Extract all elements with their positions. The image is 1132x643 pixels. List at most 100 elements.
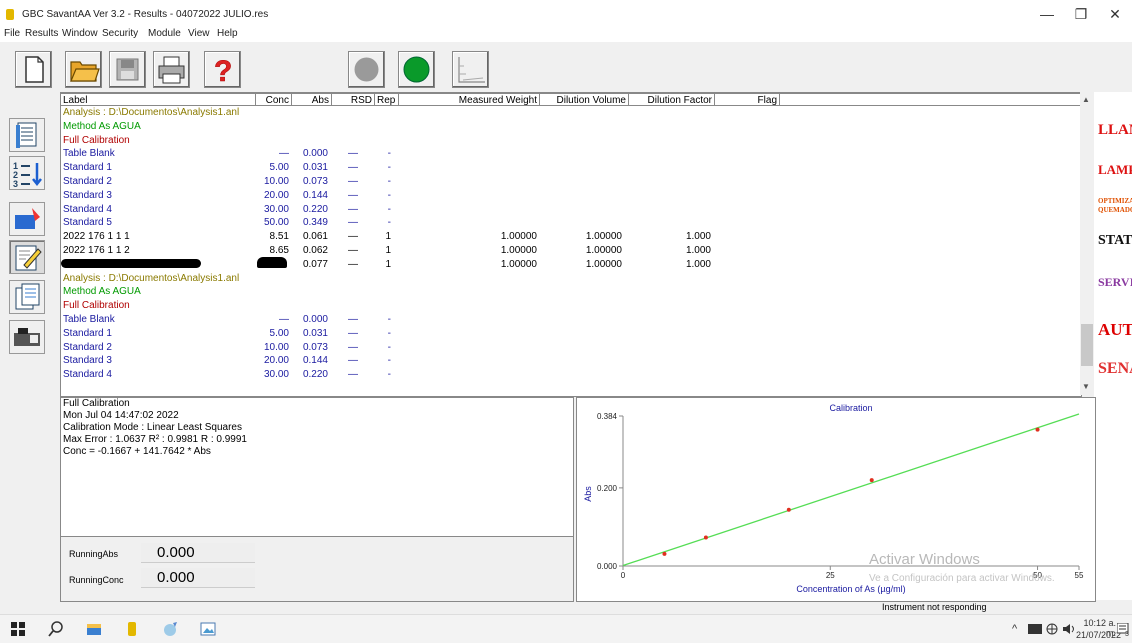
y-tick-label: 0.384 — [597, 412, 618, 421]
cell-rsd: — — [348, 341, 358, 353]
report-button[interactable] — [9, 280, 45, 314]
table-row[interactable]: Standard 4 30.00 0.220 — - — [61, 204, 1063, 215]
col-dilution-volume[interactable]: Dilution Volume — [540, 93, 629, 106]
table-row[interactable]: Standard 3 20.00 0.144 — - — [61, 355, 1063, 366]
table-row[interactable]: Standard 3 20.00 0.144 — - — [61, 190, 1063, 201]
minimize-button[interactable]: — — [1032, 2, 1062, 26]
stop-button[interactable] — [348, 51, 385, 88]
file-explorer-icon[interactable] — [86, 621, 102, 637]
toolbar: ? — [0, 46, 1132, 92]
table-row[interactable]: Method As AGUA — [61, 286, 1063, 297]
results-grid[interactable]: Label Conc Abs RSD Rep Measured Weight D… — [60, 92, 1082, 397]
instrument-button[interactable] — [9, 320, 45, 354]
cell-df: 1.000 — [685, 231, 711, 243]
results-list-button[interactable] — [9, 118, 45, 152]
info-line-error: Max Error : 1.0637 R² : 0.9981 R : 0.999… — [63, 434, 247, 445]
x-axis-label: Concentration of As (µg/ml) — [796, 584, 905, 594]
table-row[interactable]: Full Calibration — [61, 135, 1063, 146]
macro-auto[interactable]: AUTO — [1098, 320, 1132, 340]
menu-view[interactable]: View — [188, 28, 210, 39]
table-row[interactable]: 2022 176 1 1 1 8.51 0.061 — 1 1.00000 1.00000 1… — [61, 231, 1063, 242]
table-row[interactable]: Table Blank — 0.000 — - — [61, 314, 1063, 325]
table-row[interactable]: 2022 176 1 1 2 8.65 0.062 — 1 1.00000 1.00000 1… — [61, 245, 1063, 256]
cell-dv: 1.00000 — [585, 245, 622, 256]
grid-scrollbar[interactable]: ▲ ▼ — [1080, 92, 1095, 395]
menu-window[interactable]: Window — [62, 28, 98, 39]
paint-icon[interactable] — [162, 621, 178, 637]
table-row[interactable]: Standard 1 5.00 0.031 — - — [61, 162, 1063, 173]
x-tick-label: 25 — [826, 571, 835, 580]
new-file-button[interactable] — [15, 51, 52, 88]
col-measured-weight[interactable]: Measured Weight — [399, 93, 540, 106]
col-rep[interactable]: Rep — [375, 93, 399, 106]
scroll-up-icon[interactable]: ▲ — [1082, 95, 1090, 104]
menu-security[interactable]: Security — [102, 28, 138, 39]
table-row[interactable]: Method As AGUA — [61, 121, 1063, 132]
sample-button[interactable] — [9, 202, 45, 236]
scroll-thumb[interactable] — [1081, 324, 1093, 366]
cell-dv: 1.00000 — [585, 258, 622, 270]
col-flag[interactable]: Flag — [715, 93, 780, 106]
table-row[interactable]: Full Calibration — [61, 300, 1063, 311]
table-row[interactable]: Standard 2 10.00 0.073 — - — [61, 176, 1063, 187]
cell-conc: 5.00 — [269, 162, 289, 174]
volume-icon[interactable] — [1062, 623, 1076, 635]
table-row[interactable]: Standard 5 50.00 0.349 — - — [61, 217, 1063, 228]
cell-rep: - — [387, 189, 391, 201]
macro-servicio[interactable]: SERVICIO — [1098, 275, 1132, 290]
table-row[interactable]: Standard 4 30.00 0.220 — - — [61, 369, 1063, 380]
network-icon[interactable] — [1028, 624, 1042, 634]
clock-date[interactable]: 21/07/2022 — [1076, 630, 1121, 640]
calibration-graph-button[interactable] — [452, 51, 489, 88]
scroll-down-icon[interactable]: ▼ — [1082, 382, 1090, 391]
globe-icon[interactable] — [1046, 623, 1058, 635]
col-label[interactable]: Label — [61, 93, 256, 106]
row-label: Standard 4 — [63, 203, 112, 215]
edit-results-button[interactable] — [9, 240, 45, 274]
table-row[interactable]: Table Blank — 0.000 — - — [61, 148, 1063, 159]
menu-module[interactable]: Module — [148, 28, 181, 39]
menu-file[interactable]: File — [4, 28, 20, 39]
macro-senal[interactable]: SENAL — [1098, 360, 1132, 378]
col-dilution-factor[interactable]: Dilution Factor — [629, 93, 715, 106]
restore-button[interactable]: ❐ — [1066, 2, 1096, 26]
calibration-info-pane: Full Calibration Mon Jul 04 14:47:02 202… — [60, 397, 574, 537]
help-button[interactable]: ? — [204, 51, 241, 88]
table-row[interactable]: Analysis : D:\Documentos\Analysis1.anl — [61, 273, 1063, 284]
menu-results[interactable]: Results — [25, 28, 58, 39]
running-values-pane: RunningAbs 0.000 RunningConc 0.000 — [60, 536, 574, 602]
start-button[interactable] — [398, 51, 435, 88]
macro-status[interactable]: STATUS — [1098, 233, 1132, 249]
macro-llama[interactable]: LLAMA — [1098, 122, 1132, 139]
open-button[interactable] — [65, 51, 102, 88]
cell-mw: 1.00000 — [500, 258, 537, 270]
save-button[interactable] — [109, 51, 146, 88]
col-conc[interactable]: Conc — [256, 93, 292, 106]
table-row[interactable]: Analysis : D:\Documentos\Analysis1.anl — [61, 107, 1063, 118]
windows-start-icon[interactable] — [10, 621, 26, 637]
menu-bar: File Results Window Security Module View… — [0, 28, 1132, 42]
running-conc-label: RunningConc — [69, 575, 124, 585]
col-rsd[interactable]: RSD — [332, 93, 375, 106]
table-row[interactable]: 0.077 — 1 1.00000 1.00000 1.000 — [61, 256, 1063, 270]
close-button[interactable]: ✕ — [1100, 2, 1130, 26]
sequence-button[interactable]: 123 — [9, 156, 45, 190]
col-abs[interactable]: Abs — [292, 93, 332, 106]
print-button[interactable] — [153, 51, 190, 88]
status-text: Instrument not responding — [882, 602, 987, 612]
table-row[interactable]: Standard 1 5.00 0.031 — - — [61, 328, 1063, 339]
macro-lampara[interactable]: LAMPARA — [1098, 162, 1132, 178]
savant-app-icon[interactable] — [124, 621, 140, 637]
macro-optimiza[interactable]: OPTIMIZAQUEMADOR — [1098, 197, 1132, 215]
macro-label: QUEMADOR — [1098, 206, 1132, 214]
photos-icon[interactable] — [200, 621, 216, 637]
cell-abs: 0.062 — [302, 245, 328, 256]
tray-chevron[interactable]: ^ — [1012, 623, 1017, 635]
instrument-icon — [14, 328, 40, 346]
activation-watermark-text: Ve a Configuración para activar Windows. — [869, 573, 1055, 584]
search-icon[interactable] — [48, 621, 64, 637]
table-row[interactable]: Standard 2 10.00 0.073 — - — [61, 342, 1063, 353]
menu-help[interactable]: Help — [217, 28, 238, 39]
y-tick-label: 0.200 — [597, 484, 618, 493]
info-line-mode: Calibration Mode : Linear Least Squares — [63, 422, 242, 433]
